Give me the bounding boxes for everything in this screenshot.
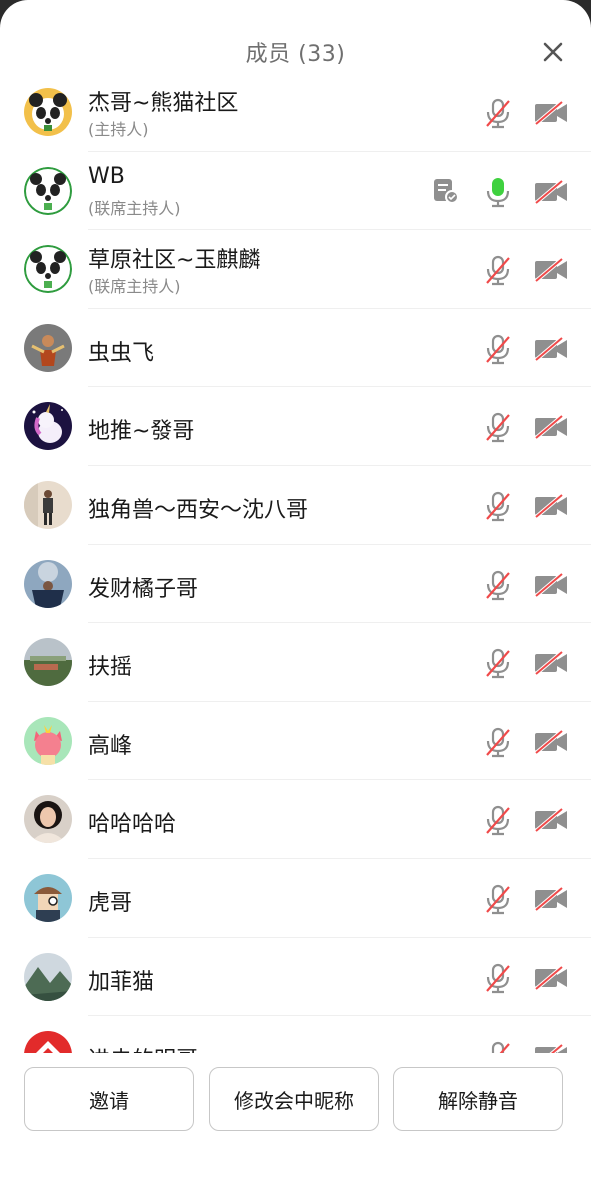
member-name: 虎哥: [88, 890, 133, 916]
avatar: [24, 323, 72, 372]
close-icon[interactable]: [541, 40, 565, 64]
action-bar: 邀请 修改会中昵称 解除静音: [0, 1054, 591, 1200]
member-role: (联席主持人): [88, 277, 181, 297]
camera-off-icon[interactable]: [534, 336, 568, 362]
microphone-muted-icon[interactable]: [484, 490, 512, 522]
camera-off-icon[interactable]: [534, 886, 568, 912]
member-name: 草原社区~玉麒麟: [88, 248, 261, 274]
member-row[interactable]: 虫虫飞: [0, 309, 591, 388]
member-name: WB: [88, 163, 125, 189]
avatar: [24, 638, 72, 687]
avatar: [24, 795, 72, 844]
avatar: [24, 559, 72, 608]
microphone-muted-icon[interactable]: [484, 962, 512, 994]
camera-off-icon[interactable]: [534, 414, 568, 440]
sheet-header: 成员 (33): [0, 0, 591, 80]
invite-button[interactable]: 邀请: [24, 1067, 194, 1131]
member-row[interactable]: WB (联席主持人): [0, 152, 591, 231]
member-name: 扶摇: [88, 655, 133, 681]
avatar: [24, 1031, 72, 1053]
microphone-muted-icon[interactable]: [484, 1040, 512, 1053]
members-sheet: 成员 (33) 杰哥~熊猫社区 (主持人) WB (联席主持人) 草原社区~玉麒麟 (…: [0, 0, 591, 1200]
member-row[interactable]: 加菲猫: [0, 938, 591, 1017]
member-list[interactable]: 杰哥~熊猫社区 (主持人) WB (联席主持人) 草原社区~玉麒麟 (联席主持人) 虫…: [0, 73, 591, 1053]
camera-off-icon[interactable]: [534, 1043, 568, 1053]
camera-off-icon[interactable]: [534, 179, 568, 205]
camera-off-icon[interactable]: [534, 100, 568, 126]
microphone-muted-icon[interactable]: [484, 726, 512, 758]
member-name: 杰哥~熊猫社区: [88, 91, 239, 116]
rename-button[interactable]: 修改会中昵称: [209, 1067, 379, 1131]
avatar: [24, 166, 72, 215]
microphone-muted-icon[interactable]: [484, 804, 512, 836]
member-row[interactable]: 虎哥: [0, 859, 591, 938]
member-role: (联席主持人): [88, 198, 181, 218]
sheet-title: 成员 (33): [245, 42, 346, 67]
member-name: 发财橘子哥: [88, 576, 199, 602]
avatar: [24, 873, 72, 922]
microphone-muted-icon[interactable]: [484, 411, 512, 443]
camera-off-icon[interactable]: [534, 572, 568, 598]
microphone-muted-icon[interactable]: [484, 569, 512, 601]
member-name: 地推~發哥: [88, 419, 195, 445]
member-row[interactable]: 哈哈哈哈: [0, 780, 591, 859]
microphone-muted-icon[interactable]: [484, 883, 512, 915]
avatar: [24, 245, 72, 294]
member-row[interactable]: 高峰: [0, 702, 591, 781]
microphone-active-icon[interactable]: [484, 176, 512, 208]
member-name: 独角兽～西安～沈八哥: [88, 497, 309, 523]
microphone-muted-icon[interactable]: [484, 333, 512, 365]
camera-off-icon[interactable]: [534, 965, 568, 991]
member-row[interactable]: 进击的明哥: [0, 1016, 591, 1053]
microphone-muted-icon[interactable]: [484, 254, 512, 286]
avatar: [24, 716, 72, 765]
member-row[interactable]: 草原社区~玉麒麟 (联席主持人): [0, 230, 591, 309]
member-row[interactable]: 扶摇: [0, 623, 591, 702]
avatar: [24, 88, 72, 136]
member-name: 哈哈哈哈: [88, 812, 177, 838]
member-name: 高峰: [88, 733, 133, 759]
avatar: [24, 952, 72, 1001]
camera-off-icon[interactable]: [534, 257, 568, 283]
camera-off-icon[interactable]: [534, 729, 568, 755]
member-row[interactable]: 地推~發哥: [0, 387, 591, 466]
member-row[interactable]: 发财橘子哥: [0, 545, 591, 624]
member-row[interactable]: 独角兽～西安～沈八哥: [0, 466, 591, 545]
microphone-muted-icon[interactable]: [484, 97, 512, 129]
screen-share-icon: [432, 177, 460, 205]
microphone-muted-icon[interactable]: [484, 647, 512, 679]
member-role: (主持人): [88, 120, 149, 139]
avatar: [24, 480, 72, 529]
member-name: 加菲猫: [88, 969, 155, 995]
avatar: [24, 402, 72, 451]
camera-off-icon[interactable]: [534, 493, 568, 519]
camera-off-icon[interactable]: [534, 807, 568, 833]
camera-off-icon[interactable]: [534, 650, 568, 676]
member-name: 进击的明哥: [88, 1042, 198, 1053]
member-name: 虫虫飞: [88, 340, 155, 366]
unmute-button[interactable]: 解除静音: [393, 1067, 563, 1131]
member-row[interactable]: 杰哥~熊猫社区 (主持人): [0, 73, 591, 152]
